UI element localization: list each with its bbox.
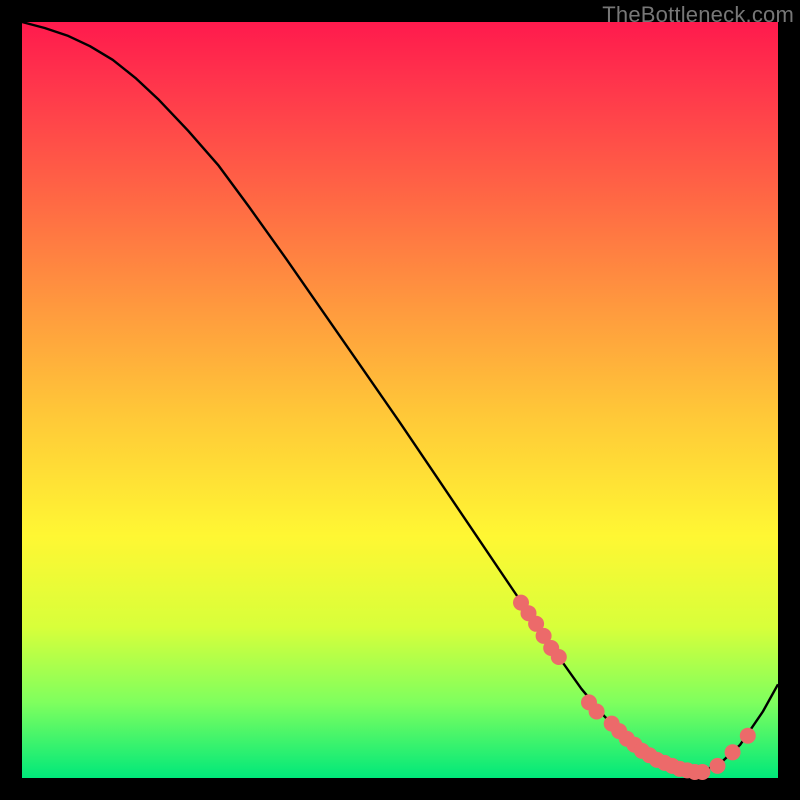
- marker-dot: [551, 649, 567, 665]
- marker-dot: [740, 728, 756, 744]
- marker-dot: [694, 764, 710, 780]
- chart-svg: [0, 0, 800, 800]
- curve-layer: [22, 22, 778, 772]
- marker-dot: [725, 744, 741, 760]
- marker-dot: [589, 704, 605, 720]
- watermark-text: TheBottleneck.com: [602, 2, 794, 28]
- marker-layer: [513, 595, 756, 780]
- bottleneck-curve: [22, 22, 778, 772]
- marker-dot: [710, 758, 726, 774]
